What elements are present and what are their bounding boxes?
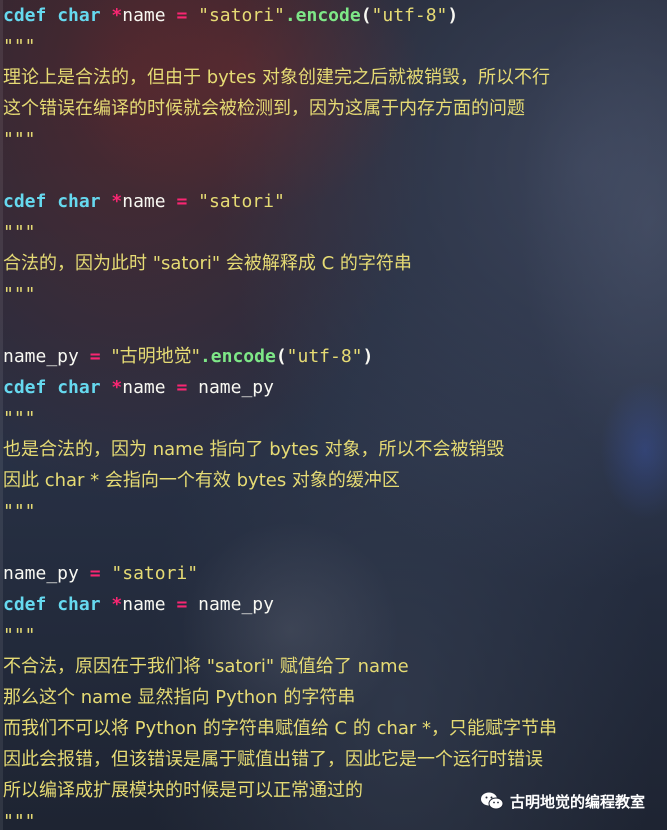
code-line: cdef char *name = "satori".encode("utf-8… xyxy=(0,0,667,31)
code-token: """ xyxy=(3,284,36,305)
code-token: 合法的，因为此时 "satori" 会被解释成 C 的字符串 xyxy=(3,253,412,274)
code-line: name_py = "satori" xyxy=(0,558,667,589)
code-token: * xyxy=(111,191,123,212)
code-token: char xyxy=(57,5,101,26)
code-block: cdef char *name = "satori".encode("utf-8… xyxy=(0,0,667,830)
code-token: "utf-8" xyxy=(286,346,363,367)
code-token: char xyxy=(57,191,101,212)
code-token: 而我们不可以将 Python 的字符串赋值给 C 的 char *，只能赋字节串 xyxy=(3,718,558,739)
code-line: 理论上是合法的，但由于 bytes 对象创建完之后就被销毁，所以不行 xyxy=(0,62,667,93)
code-line: cdef char *name = "satori" xyxy=(0,186,667,217)
code-token: name xyxy=(122,377,177,398)
code-token: cdef xyxy=(3,5,47,26)
code-token: * xyxy=(111,5,123,26)
code-line: """ xyxy=(0,217,667,248)
code-token: ) xyxy=(362,346,374,367)
code-line: """ xyxy=(0,403,667,434)
code-token: = xyxy=(176,594,188,615)
code-token: "satori" xyxy=(198,5,285,26)
code-token: * xyxy=(111,377,123,398)
code-token: cdef xyxy=(3,377,47,398)
code-token: "satori" xyxy=(111,563,199,584)
code-line: 因此会报错，但该错误是属于赋值出错了，因此它是一个运行时错误 xyxy=(0,744,667,775)
code-token: """ xyxy=(3,222,36,243)
code-token: name xyxy=(122,5,177,26)
code-line: 那么这个 name 显然指向 Python 的字符串 xyxy=(0,682,667,713)
code-line: 也是合法的，因为 name 指向了 bytes 对象，所以不会被销毁 xyxy=(0,434,667,465)
code-token: 因此会报错，但该错误是属于赋值出错了，因此它是一个运行时错误 xyxy=(3,749,543,770)
code-token: """ xyxy=(3,36,36,57)
code-line: """ xyxy=(0,124,667,155)
code-token: name xyxy=(122,594,177,615)
code-token: 因此 char * 会指向一个有效 bytes 对象的缓冲区 xyxy=(3,470,400,491)
code-line: 因此 char * 会指向一个有效 bytes 对象的缓冲区 xyxy=(0,465,667,496)
code-line: name_py = "古明地觉".encode("utf-8") xyxy=(0,341,667,372)
code-token: ( xyxy=(275,346,287,367)
code-token: "satori" xyxy=(198,191,285,212)
code-token: cdef xyxy=(3,191,47,212)
code-token: """ xyxy=(3,811,36,830)
code-line: cdef char *name = name_py xyxy=(0,372,667,403)
code-token: char xyxy=(57,594,101,615)
code-line: 这个错误在编译的时候就会被检测到，因为这属于内存方面的问题 xyxy=(0,93,667,124)
code-token: 不合法，原因在于我们将 "satori" 赋值给了 name xyxy=(3,656,409,677)
code-token: ) xyxy=(447,5,459,26)
code-token: = xyxy=(176,191,188,212)
code-screenshot: cdef char *name = "satori".encode("utf-8… xyxy=(0,0,667,830)
code-token: name xyxy=(122,191,177,212)
code-token: """ xyxy=(3,625,36,646)
code-token: """ xyxy=(3,501,36,522)
watermark-text: 古明地觉的编程教室 xyxy=(509,792,645,811)
code-token: "utf-8" xyxy=(371,5,448,26)
code-token: 所以编译成扩展模块的时候是可以正常通过的 xyxy=(3,780,363,801)
code-line: """ xyxy=(0,620,667,651)
code-token: * xyxy=(111,594,123,615)
wechat-icon xyxy=(480,791,504,811)
code-line: 不合法，原因在于我们将 "satori" 赋值给了 name xyxy=(0,651,667,682)
code-token: 这个错误在编译的时候就会被检测到，因为这属于内存方面的问题 xyxy=(3,98,525,119)
code-token: """ xyxy=(3,408,36,429)
code-token: 那么这个 name 显然指向 Python 的字符串 xyxy=(3,687,356,708)
code-line: """ xyxy=(0,279,667,310)
code-token: name_py xyxy=(3,563,90,584)
code-line: 而我们不可以将 Python 的字符串赋值给 C 的 char *，只能赋字节串 xyxy=(0,713,667,744)
watermark: 古明地觉的编程教室 xyxy=(480,788,645,814)
code-line: 合法的，因为此时 "satori" 会被解释成 C 的字符串 xyxy=(0,248,667,279)
code-token: name_py xyxy=(187,377,274,398)
code-token: = xyxy=(176,5,188,26)
code-line: """ xyxy=(0,496,667,527)
code-line: cdef char *name = name_py xyxy=(0,589,667,620)
code-token: name_py xyxy=(3,346,90,367)
code-token: 也是合法的，因为 name 指向了 bytes 对象，所以不会被销毁 xyxy=(3,439,505,460)
code-token: 理论上是合法的，但由于 bytes 对象创建完之后就被销毁，所以不行 xyxy=(3,67,551,88)
code-token: .encode xyxy=(284,5,361,26)
code-token: cdef xyxy=(3,594,47,615)
code-line: """ xyxy=(0,31,667,62)
code-token: """ xyxy=(3,129,36,150)
code-token: = xyxy=(89,346,101,367)
code-token: = xyxy=(176,377,188,398)
code-token: = xyxy=(89,563,101,584)
code-token: name_py xyxy=(187,594,274,615)
code-token: char xyxy=(57,377,101,398)
code-token: .encode xyxy=(199,346,276,367)
code-token: ( xyxy=(360,5,372,26)
code-token: "古明地觉" xyxy=(111,346,200,367)
